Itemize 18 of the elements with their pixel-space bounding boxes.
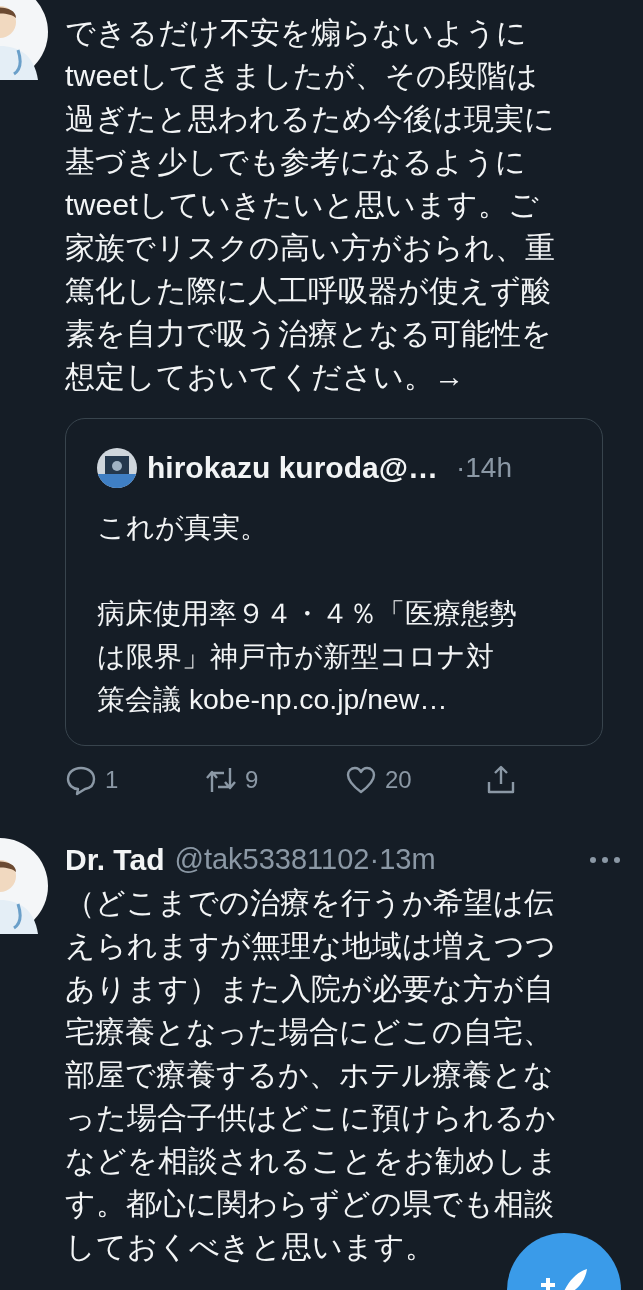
author-handle: @tak53381102 — [174, 843, 370, 876]
quoted-tweet-text: これが真実。 — [97, 510, 269, 545]
reply-icon[interactable] — [65, 764, 97, 796]
quoted-tweet-card[interactable]: hirokazu kuroda@… ·14h これが真実。 病床使用率９４・４％「医療態勢は限界」神戸市が新型コロナ対策会議 kobe-np.co.jp/new… — [65, 418, 603, 746]
retweet-count: 9 — [245, 766, 259, 794]
tweet-text: できるだけ不安を煽らないようにtweetしてきましたが、その段階は過ぎたと思われるため今後は現実に基づき少しでも参考になるようにtweetしていきたいと思います。ご家族でリスクの高い方がおられ、重篤化した際に人工呼吸器が使えず酸素を自力で吸う治療となる可能性を想定しておいてください。→ — [65, 14, 556, 395]
avatar — [97, 448, 137, 488]
author-name[interactable]: Dr. Tad — [65, 842, 165, 877]
tweet-text: （どこまでの治療を行うか希望は伝えられますが無理な地域は増えつつあります）また入院が必要な方が自宅療養となった場合にどこの自宅、部屋で療養するか、ホテル療養となった場合子供はどこに預けられるかなどを相談されることをお勧めします。都心に関わらずどの県でも相談しておくべきと思います。 — [65, 884, 559, 1265]
timestamp: ·13m — [369, 843, 436, 876]
quoted-author-name: hirokazu kuroda@… — [147, 451, 438, 485]
like-count: 20 — [385, 766, 412, 794]
reply-count: 1 — [105, 766, 119, 794]
heart-icon[interactable] — [345, 764, 377, 796]
more-icon[interactable] — [589, 854, 621, 865]
quoted-tweet-text: 病床使用率９４・４％「医療態勢は限界」神戸市が新型コロナ対策会議 kobe-np.co.jp/new… — [97, 596, 517, 717]
timestamp: ·14h — [455, 452, 512, 484]
share-icon[interactable] — [485, 764, 517, 796]
